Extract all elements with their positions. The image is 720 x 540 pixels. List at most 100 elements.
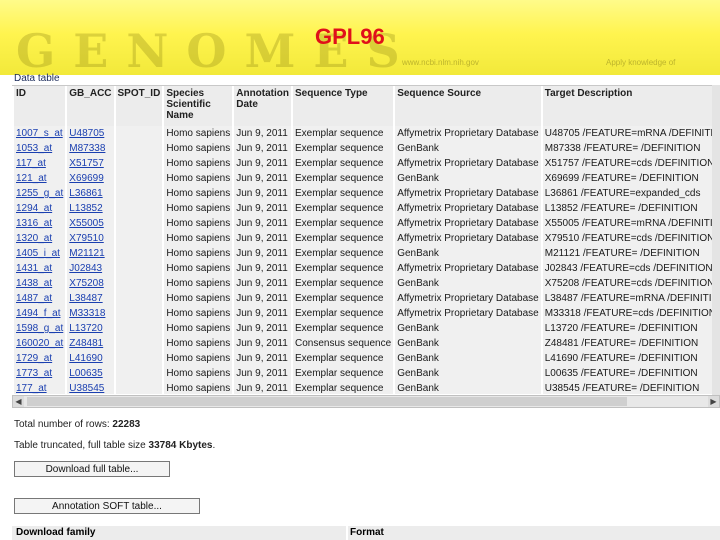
probe-id-link[interactable]: 1494_f_at [16, 308, 61, 319]
cell-sequence-source: Affymetrix Proprietary Database [395, 306, 541, 321]
probe-id-link[interactable]: 1405_i_at [16, 248, 60, 259]
cell-annotation-date: Jun 9, 2011 [234, 306, 291, 321]
table-body: 1007_s_at U48705 Homo sapiens Jun 9, 2011 Ex… [14, 126, 720, 394]
cell-sequence-type: Exemplar sequence [293, 276, 394, 291]
probe-id-link[interactable]: 1598_g_at [16, 323, 63, 334]
cell-gb-acc: U38545 [67, 381, 114, 394]
probe-id-link[interactable]: 1431_at [16, 263, 52, 274]
cell-id: 1316_at [14, 216, 66, 231]
slide-banner: GENOMES www.ncbi.nlm.nih.gov Apply knowl… [0, 0, 720, 75]
cell-id: 1598_g_at [14, 321, 66, 336]
probe-id-link[interactable]: 1255_g_at [16, 188, 63, 199]
vertical-scrollbar[interactable] [712, 85, 720, 395]
accession-link[interactable]: U48705 [69, 128, 104, 139]
cell-sequence-source: Affymetrix Proprietary Database [395, 261, 541, 276]
cell-sequence-source: GenBank [395, 351, 541, 366]
probe-id-link[interactable]: 121_at [16, 173, 47, 184]
cell-sequence-source: Affymetrix Proprietary Database [395, 186, 541, 201]
cell-sequence-source: GenBank [395, 171, 541, 186]
annotation-soft-table-button[interactable]: Annotation SOFT table... [14, 498, 200, 514]
cell-spot-id [115, 126, 163, 141]
cell-sequence-type: Exemplar sequence [293, 246, 394, 261]
column-header-target-description: Target Description [542, 86, 720, 126]
cell-spot-id [115, 186, 163, 201]
table-row: 1438_at X75208 Homo sapiens Jun 9, 2011 Exem… [14, 276, 720, 291]
accession-link[interactable]: X69699 [69, 173, 103, 184]
probe-id-link[interactable]: 1294_at [16, 203, 52, 214]
cell-species: Homo sapiens [164, 321, 233, 336]
probe-id-link[interactable]: 1320_at [16, 233, 52, 244]
table-row: 1255_g_at L36861 Homo sapiens Jun 9, 2011 Ex… [14, 186, 720, 201]
cell-sequence-source: GenBank [395, 336, 541, 351]
cell-target-description: L13852 /FEATURE= /DEFINITION [542, 201, 720, 216]
cell-sequence-source: Affymetrix Proprietary Database [395, 216, 541, 231]
table-row: 1053_at M87338 Homo sapiens Jun 9, 2011 Exem… [14, 141, 720, 156]
cell-gb-acc: X51757 [67, 156, 114, 171]
accession-link[interactable]: M33318 [69, 308, 105, 319]
accession-link[interactable]: Z48481 [69, 338, 103, 349]
cell-annotation-date: Jun 9, 2011 [234, 276, 291, 291]
cell-id: 117_at [14, 156, 66, 171]
probe-id-link[interactable]: 160020_at [16, 338, 63, 349]
cell-id: 1729_at [14, 351, 66, 366]
cell-sequence-type: Exemplar sequence [293, 216, 394, 231]
cell-id: 1487_at [14, 291, 66, 306]
cell-annotation-date: Jun 9, 2011 [234, 246, 291, 261]
accession-link[interactable]: J02843 [69, 263, 102, 274]
cell-spot-id [115, 366, 163, 381]
format-label: Format [348, 526, 720, 540]
probe-id-link[interactable]: 177_at [16, 383, 47, 394]
accession-link[interactable]: M87338 [69, 143, 105, 154]
cell-gb-acc: X79510 [67, 231, 114, 246]
probe-id-link[interactable]: 1438_at [16, 278, 52, 289]
accession-link[interactable]: L41690 [69, 353, 102, 364]
cell-species: Homo sapiens [164, 126, 233, 141]
cell-sequence-source: Affymetrix Proprietary Database [395, 201, 541, 216]
probe-id-link[interactable]: 117_at [16, 158, 46, 169]
table-row: 1487_at L38487 Homo sapiens Jun 9, 2011 Exem… [14, 291, 720, 306]
accession-link[interactable]: X75208 [69, 278, 103, 289]
accession-link[interactable]: X55005 [69, 218, 103, 229]
accession-link[interactable]: L13720 [69, 323, 102, 334]
scroll-left-icon[interactable]: ◀ [13, 396, 24, 407]
accession-link[interactable]: L00635 [69, 368, 102, 379]
probe-id-link[interactable]: 1773_at [16, 368, 52, 379]
cell-sequence-type: Exemplar sequence [293, 186, 394, 201]
cell-target-description: L41690 /FEATURE= /DEFINITION [542, 351, 720, 366]
accession-link[interactable]: U38545 [69, 383, 104, 394]
probe-id-link[interactable]: 1053_at [16, 143, 52, 154]
probe-id-link[interactable]: 1007_s_at [16, 128, 63, 139]
cell-annotation-date: Jun 9, 2011 [234, 366, 291, 381]
accession-link[interactable]: L38487 [69, 293, 102, 304]
table-row: 1316_at X55005 Homo sapiens Jun 9, 2011 Exem… [14, 216, 720, 231]
table-row: 160020_at Z48481 Homo sapiens Jun 9, 2011 Co… [14, 336, 720, 351]
download-full-table-button[interactable]: Download full table... [14, 461, 170, 477]
cell-gb-acc: L41690 [67, 351, 114, 366]
download-family-label: Download family [12, 526, 346, 540]
horizontal-scrollbar[interactable]: ◀ ▶ [12, 395, 720, 408]
scroll-right-icon[interactable]: ▶ [708, 396, 719, 407]
cell-target-description: X55005 /FEATURE=mRNA /DEFINITION [542, 216, 720, 231]
cell-gb-acc: X69699 [67, 171, 114, 186]
table-header-row: ID GB_ACC SPOT_ID Species Scientific Name An… [14, 86, 720, 126]
accession-link[interactable]: L13852 [69, 203, 102, 214]
cell-id: 121_at [14, 171, 66, 186]
cell-gb-acc: M33318 [67, 306, 114, 321]
probe-id-link[interactable]: 1487_at [16, 293, 52, 304]
cell-gb-acc: L13852 [67, 201, 114, 216]
column-header-id: ID [14, 86, 66, 126]
scrollbar-thumb[interactable] [27, 397, 627, 406]
accession-link[interactable]: L36861 [69, 188, 102, 199]
accession-link[interactable]: X51757 [69, 158, 103, 169]
cell-gb-acc: L00635 [67, 366, 114, 381]
probe-id-link[interactable]: 1729_at [16, 353, 52, 364]
accession-link[interactable]: X79510 [69, 233, 103, 244]
cell-species: Homo sapiens [164, 336, 233, 351]
cell-species: Homo sapiens [164, 171, 233, 186]
cell-species: Homo sapiens [164, 186, 233, 201]
cell-target-description: U38545 /FEATURE= /DEFINITION [542, 381, 720, 394]
accession-link[interactable]: M21121 [69, 248, 104, 259]
probe-id-link[interactable]: 1316_at [16, 218, 52, 229]
cell-annotation-date: Jun 9, 2011 [234, 186, 291, 201]
cell-spot-id [115, 291, 163, 306]
